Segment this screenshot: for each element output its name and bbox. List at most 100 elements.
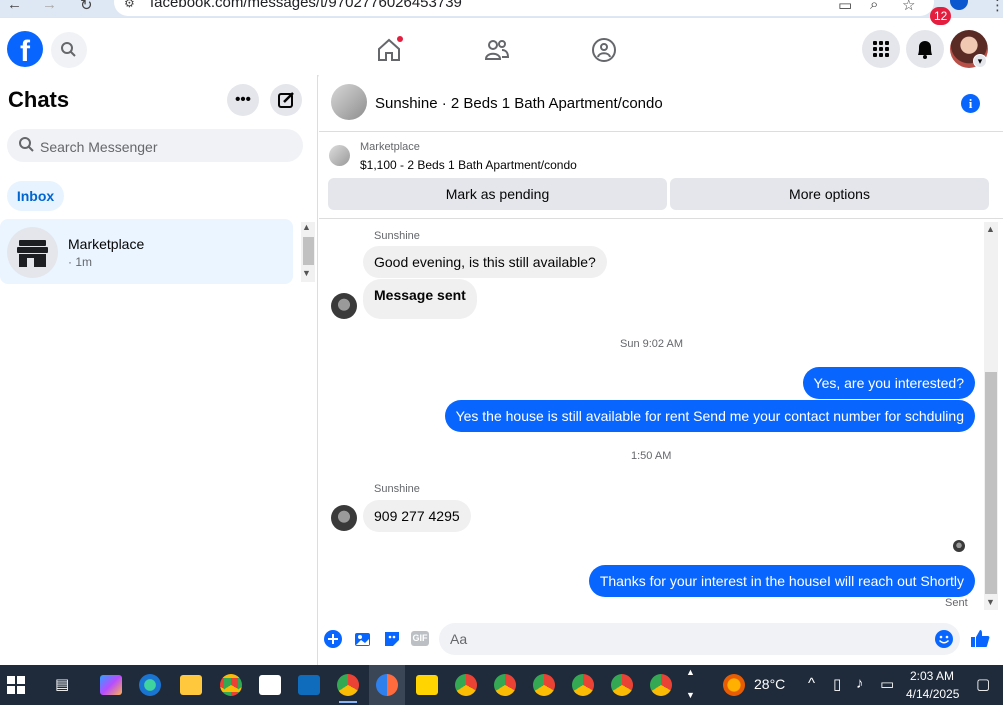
back-icon[interactable]: ←: [7, 0, 22, 13]
friends-icon[interactable]: [483, 36, 511, 64]
scroll-up-icon[interactable]: ▲: [986, 224, 995, 234]
forward-icon[interactable]: →: [42, 0, 57, 13]
mark-as-pending-button[interactable]: Mark as pending: [328, 178, 667, 210]
emoji-icon[interactable]: [934, 629, 954, 649]
network-icon[interactable]: ▭: [880, 675, 894, 693]
new-message-button[interactable]: [270, 84, 302, 116]
cast-icon[interactable]: ▭: [838, 0, 852, 14]
copilot-icon[interactable]: [100, 675, 122, 695]
site-info-icon[interactable]: ⚙: [124, 0, 135, 10]
chrome-icon[interactable]: [572, 674, 594, 696]
listing-source: Marketplace: [360, 141, 420, 153]
weather-icon[interactable]: [723, 674, 745, 696]
windows-start-icon[interactable]: [7, 676, 25, 694]
bookmark-star-icon[interactable]: ☆: [902, 0, 915, 14]
divider: [319, 218, 1003, 219]
top-nav: f ▾: [0, 18, 1003, 75]
listing-thumbnail[interactable]: [329, 145, 350, 166]
temperature[interactable]: 28°C: [754, 676, 785, 692]
outgoing-message[interactable]: Yes, are you interested?: [802, 367, 975, 399]
clock-date[interactable]: 4/14/2025: [906, 687, 959, 701]
chat-options-button[interactable]: •••: [227, 84, 259, 116]
facebook-logo-icon[interactable]: f: [7, 31, 43, 67]
chrome-icon[interactable]: [494, 674, 516, 696]
browser-menu-icon[interactable]: ⋮: [990, 0, 1003, 14]
taskbar-scroll-down-icon[interactable]: ▼: [686, 690, 695, 700]
battery-icon[interactable]: ▯: [833, 675, 841, 693]
seen-avatar: [953, 540, 965, 552]
sender-avatar: [331, 505, 357, 531]
timestamp: Sun 9:02 AM: [620, 338, 683, 350]
chrome-icon[interactable]: [220, 674, 242, 696]
snipping-tool-icon[interactable]: [376, 674, 398, 696]
tab-inbox[interactable]: Inbox: [7, 181, 64, 211]
timestamp: 1:50 AM: [631, 450, 672, 462]
outgoing-message[interactable]: Thanks for your interest in the houseI w…: [588, 565, 975, 597]
more-dots-icon: •••: [235, 91, 251, 108]
chrome-icon[interactable]: [533, 674, 555, 696]
storefront-icon: [17, 240, 48, 267]
notifications-button[interactable]: [906, 30, 944, 68]
edge-icon[interactable]: [139, 674, 161, 696]
message-sender: Sunshine: [374, 483, 420, 495]
conversation-name: Marketplace: [68, 236, 145, 252]
task-view-icon[interactable]: ▤: [55, 675, 69, 693]
notification-count-badge: 12: [930, 7, 952, 25]
chats-title: Chats: [8, 87, 70, 112]
file-explorer-icon[interactable]: [180, 675, 202, 695]
incoming-message[interactable]: 909 277 4295: [363, 500, 471, 532]
taskbar-scroll-up-icon[interactable]: ▲: [686, 667, 695, 677]
listing-title[interactable]: $1,100 - 2 Beds 1 Bath Apartment/condo: [360, 158, 577, 172]
zoom-icon[interactable]: ⌕: [870, 0, 878, 13]
chrome-icon[interactable]: [650, 674, 672, 696]
chevron-up-icon[interactable]: ^: [808, 675, 815, 692]
incoming-message[interactable]: Good evening, is this still available?: [363, 246, 607, 278]
menu-button[interactable]: [862, 30, 900, 68]
listing-avatar[interactable]: [331, 84, 367, 120]
sender-avatar: [331, 293, 357, 319]
message-input[interactable]: [439, 623, 960, 655]
volume-icon[interactable]: ♪: [856, 675, 864, 692]
outgoing-message[interactable]: Yes the house is still available for ren…: [444, 400, 975, 432]
sticker-icon[interactable]: [382, 629, 402, 649]
thumbs-up-icon[interactable]: [969, 627, 991, 649]
chrome-icon[interactable]: [337, 674, 359, 696]
scroll-down-icon[interactable]: ▼: [986, 597, 995, 607]
chat-scroll-thumb[interactable]: [985, 372, 997, 594]
scroll-up-icon[interactable]: ▲: [302, 222, 311, 232]
search-button[interactable]: [51, 32, 87, 68]
store-icon[interactable]: [259, 675, 281, 695]
apps-grid-icon: [873, 41, 889, 57]
search-placeholder: Search Messenger: [40, 139, 158, 155]
message-placeholder: Aa: [450, 631, 468, 647]
chrome-icon[interactable]: [611, 674, 633, 696]
search-icon: [61, 42, 76, 57]
chrome-icon[interactable]: [455, 674, 477, 696]
home-icon[interactable]: [375, 36, 403, 64]
url-text[interactable]: facebook.com/messages/t/9702776026453739: [150, 0, 462, 11]
gif-icon[interactable]: GIF: [411, 631, 429, 646]
scroll-down-icon[interactable]: ▼: [302, 268, 311, 278]
bell-icon: [918, 41, 932, 59]
photo-icon[interactable]: [353, 629, 373, 649]
sticky-notes-icon[interactable]: [416, 675, 438, 695]
plus-icon[interactable]: [323, 629, 343, 649]
sent-status: Sent: [945, 597, 968, 609]
outlook-icon[interactable]: [298, 675, 320, 695]
search-icon: [19, 137, 34, 152]
more-options-button[interactable]: More options: [670, 178, 989, 210]
reload-icon[interactable]: ↻: [80, 0, 93, 14]
groups-icon[interactable]: [590, 36, 618, 64]
marketplace-avatar: [7, 227, 58, 278]
active-indicator: [339, 701, 357, 703]
info-icon[interactable]: i: [961, 94, 980, 113]
chevron-down-icon[interactable]: ▾: [973, 54, 987, 68]
conversation-time: · 1m: [68, 255, 92, 269]
incoming-message[interactable]: Message sent: [363, 279, 477, 319]
conversation-title[interactable]: Sunshine · 2 Beds 1 Bath Apartment/condo: [375, 95, 663, 112]
chats-sidebar: Chats ••• Search Messenger Inbox Marketp…: [0, 75, 318, 665]
compose-icon: [278, 92, 294, 108]
clock-time[interactable]: 2:03 AM: [910, 669, 954, 683]
sidebar-scroll-thumb[interactable]: [303, 237, 314, 265]
notification-center-icon[interactable]: ▢: [976, 675, 990, 693]
